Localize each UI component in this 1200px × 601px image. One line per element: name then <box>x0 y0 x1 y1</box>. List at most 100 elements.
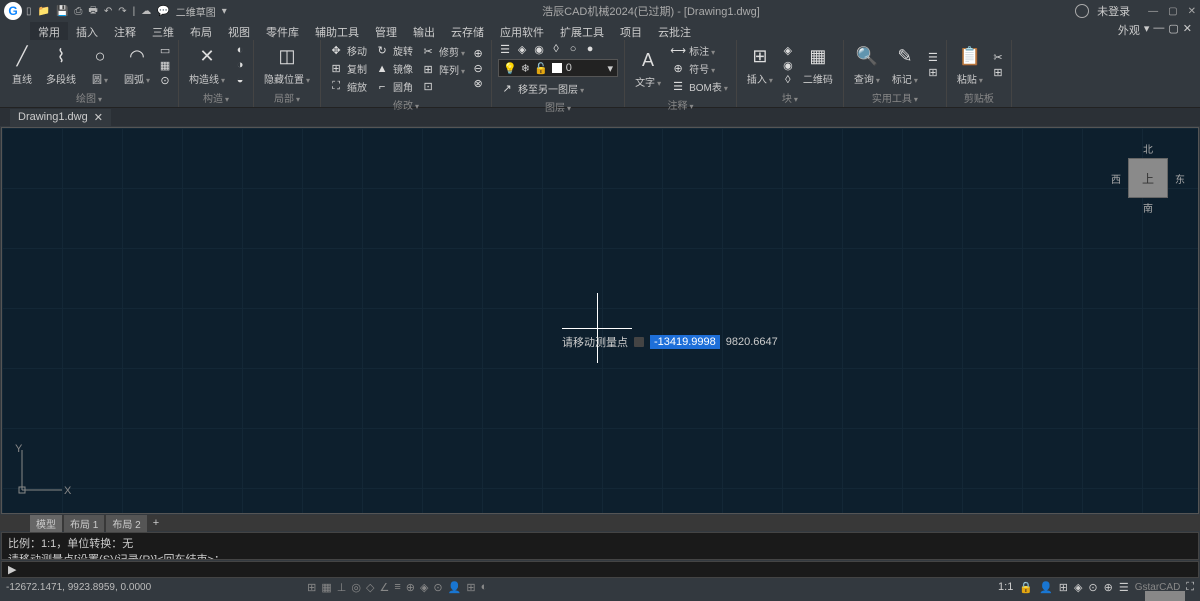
circle-button[interactable]: ○圆 <box>84 43 116 88</box>
mirror-button[interactable]: ▲镜像 <box>373 60 415 77</box>
sr3-icon[interactable]: ⊞ <box>1059 581 1068 594</box>
sr7-icon[interactable]: ☰ <box>1119 581 1129 594</box>
m6-icon[interactable]: ⊗ <box>471 77 485 91</box>
close-icon[interactable]: ✕ <box>1188 6 1196 17</box>
view-cube[interactable]: 上 北 南 东 西 <box>1113 143 1183 213</box>
sr6-icon[interactable]: ⊕ <box>1104 581 1113 594</box>
m5-icon[interactable]: ⊖ <box>471 62 485 76</box>
sr2-icon[interactable]: 👤 <box>1039 581 1053 594</box>
paste-button[interactable]: 📋粘贴 <box>953 43 987 88</box>
layer-icon[interactable]: ☰ <box>498 42 512 56</box>
tab-annotate[interactable]: 注释 <box>106 22 144 40</box>
sr4-icon[interactable]: ◈ <box>1074 581 1082 594</box>
scale-label[interactable]: 1:1 <box>998 581 1013 593</box>
qat-save-icon[interactable]: 💾 <box>56 6 68 17</box>
scale-button[interactable]: ⛶缩放 <box>327 78 369 95</box>
qat-new-icon[interactable]: ▯ <box>26 6 32 17</box>
qat-print-icon[interactable]: 🖶 <box>88 3 97 20</box>
tab-layout[interactable]: 布局 <box>182 22 220 40</box>
panel-construct-title[interactable]: 构造 <box>185 88 247 105</box>
otrack-icon[interactable]: ∠ <box>379 581 389 594</box>
c3-icon[interactable]: ◒ <box>233 73 247 87</box>
s13-icon[interactable]: ◐ <box>481 581 488 594</box>
insert-button[interactable]: ⊞插入 <box>743 43 777 88</box>
move-button[interactable]: ✥移动 <box>327 42 369 59</box>
mark-button[interactable]: ✎标记 <box>888 43 922 88</box>
command-line[interactable]: ▶ <box>1 561 1199 578</box>
layout1-tab[interactable]: 布局 1 <box>64 515 104 532</box>
line-button[interactable]: ╱直线 <box>6 43 38 88</box>
doc-close-icon[interactable]: ✕ <box>1183 22 1192 40</box>
sym-button[interactable]: ⊕符号 <box>669 60 730 77</box>
qat-workspace[interactable]: 二维草图 <box>176 4 216 19</box>
panel-util-title[interactable]: 实用工具 <box>850 88 940 105</box>
qat-cloud-icon[interactable]: ☁ <box>141 6 151 17</box>
tab-home[interactable]: 常用 <box>30 22 68 40</box>
ortho-icon[interactable]: ⊥ <box>337 581 347 594</box>
model-tab[interactable]: 模型 <box>30 515 62 532</box>
arc-button[interactable]: ◠圆弧 <box>120 43 154 88</box>
tab-aux[interactable]: 辅助工具 <box>307 22 367 40</box>
panel-hide-title[interactable]: 局部 <box>260 88 314 105</box>
s12-icon[interactable]: ⊞ <box>466 581 475 594</box>
tab-3d[interactable]: 三维 <box>144 22 182 40</box>
panel-layer-title[interactable]: 图层 <box>498 97 618 114</box>
xline-button[interactable]: ✕构造线 <box>185 43 229 88</box>
appearance-dropdown-icon[interactable]: ▾ <box>1144 22 1150 40</box>
copy-button[interactable]: ⊞复制 <box>327 60 369 77</box>
s11-icon[interactable]: 👤 <box>448 581 462 594</box>
array-button[interactable]: ⊞阵列 <box>419 61 467 78</box>
m4-icon[interactable]: ⊕ <box>471 47 485 61</box>
polyline-button[interactable]: ⌇多段线 <box>42 43 80 88</box>
hide-button[interactable]: ◫隐藏位置 <box>260 43 314 88</box>
osnap-icon[interactable]: ◇ <box>366 581 374 594</box>
qat-undo-icon[interactable]: ↶ <box>104 6 112 17</box>
tab-parts[interactable]: 零件库 <box>258 22 307 40</box>
doc-max-icon[interactable]: ▢ <box>1168 22 1178 40</box>
layout2-tab[interactable]: 布局 2 <box>106 515 146 532</box>
qat-redo-icon[interactable]: ↷ <box>118 6 126 17</box>
dim-button[interactable]: ⟷标注 <box>669 42 730 59</box>
c1-icon[interactable]: ◐ <box>233 43 247 57</box>
tab-apps[interactable]: 应用软件 <box>492 22 552 40</box>
fillet-button[interactable]: ⌐圆角 <box>373 78 415 95</box>
qr-button[interactable]: ▦二维码 <box>799 43 837 88</box>
tab-ext[interactable]: 扩展工具 <box>552 22 612 40</box>
s9-icon[interactable]: ◈ <box>420 581 428 594</box>
appearance-label[interactable]: 外观 <box>1118 22 1140 40</box>
qat-chat-icon[interactable]: 💬 <box>157 6 169 17</box>
m3-button[interactable]: ⊡ <box>419 79 467 95</box>
tab-cloudnote[interactable]: 云批注 <box>650 22 699 40</box>
maximize-icon[interactable]: ▢ <box>1168 6 1177 17</box>
tab-output[interactable]: 输出 <box>405 22 443 40</box>
copy-clip-icon[interactable]: ⊞ <box>991 66 1005 80</box>
doc-min-icon[interactable]: — <box>1153 22 1164 40</box>
command-input[interactable] <box>20 564 1192 575</box>
rect-icon[interactable]: ▭ <box>158 43 172 57</box>
text-button[interactable]: A文字 <box>631 46 665 91</box>
tab-close-icon[interactable]: ✕ <box>94 111 103 124</box>
login-status[interactable]: 未登录 <box>1097 3 1130 19</box>
trim-button[interactable]: ✂修剪 <box>419 43 467 60</box>
sr1-icon[interactable]: 🔒 <box>1019 581 1033 594</box>
lwt-icon[interactable]: ≡ <box>394 581 400 594</box>
panel-modify-title[interactable]: 修改 <box>327 95 485 112</box>
app-logo[interactable]: G <box>4 2 22 20</box>
dyn-icon[interactable]: ⊕ <box>406 581 415 594</box>
user-avatar-icon[interactable] <box>1075 4 1089 18</box>
qat-dropdown-icon[interactable]: ▾ <box>222 6 227 17</box>
tab-manage[interactable]: 管理 <box>367 22 405 40</box>
grid-icon[interactable]: ▦ <box>321 581 331 594</box>
coord-x-input[interactable]: -13419.9998 <box>650 335 720 349</box>
cut-icon[interactable]: ✂ <box>991 51 1005 65</box>
find-button[interactable]: 🔍查询 <box>850 43 884 88</box>
panel-annotate-title[interactable]: 注释 <box>631 95 730 112</box>
tab-view[interactable]: 视图 <box>220 22 258 40</box>
bom-button[interactable]: ☰BOM表 <box>669 78 730 95</box>
movelayer-button[interactable]: ↗移至另一图层 <box>498 80 618 97</box>
drawing-canvas[interactable]: 请移动测量点 -13419.9998 9820.6647 YX 上 北 南 东 … <box>1 127 1199 514</box>
rotate-button[interactable]: ↻旋转 <box>373 42 415 59</box>
minimize-icon[interactable]: — <box>1148 6 1158 17</box>
tab-insert[interactable]: 插入 <box>68 22 106 40</box>
qat-export-icon[interactable]: ⎙ <box>74 6 82 17</box>
